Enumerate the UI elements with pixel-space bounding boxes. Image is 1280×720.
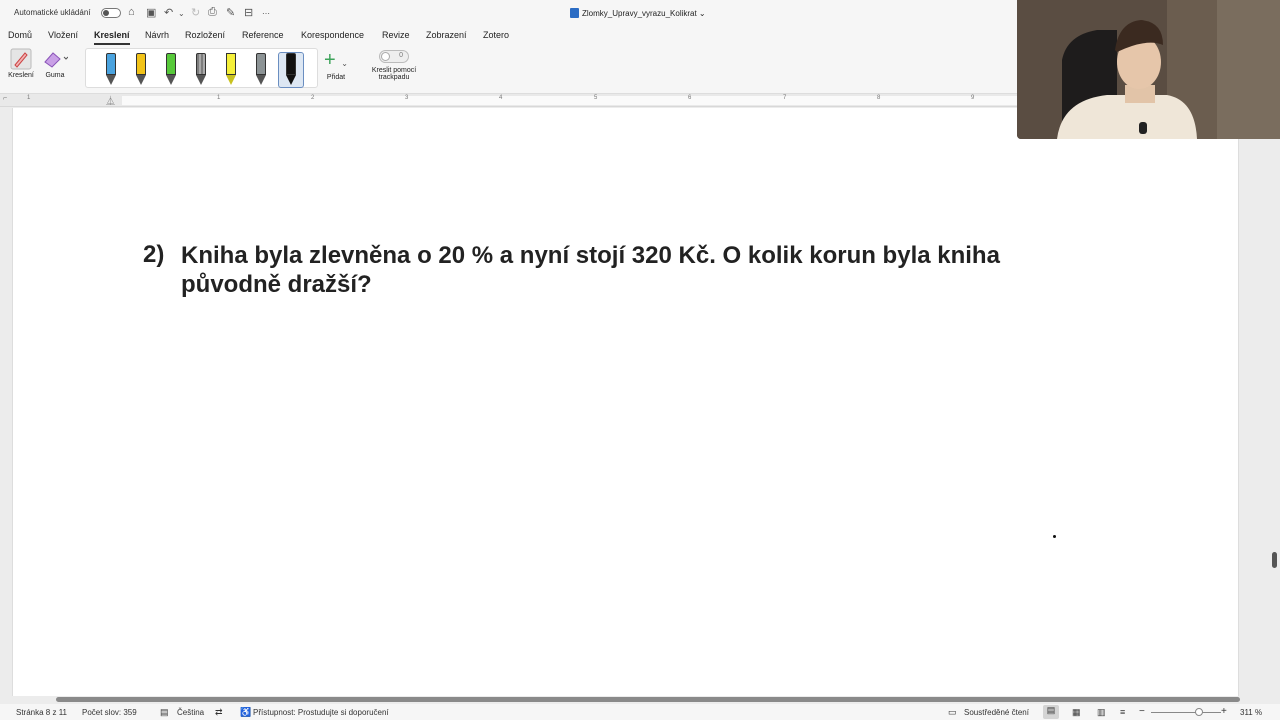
outline-view-icon[interactable]: ▥ xyxy=(1097,707,1106,718)
yellow-pen[interactable] xyxy=(133,53,149,87)
tab-mailings[interactable]: Korespondence xyxy=(301,30,364,40)
ruler-number: 5 xyxy=(594,95,598,101)
ruler-number: 1 xyxy=(27,95,31,101)
blue-pen[interactable] xyxy=(103,53,119,87)
question-line-2: původně dražší? xyxy=(181,271,372,298)
indent-marker-icon[interactable]: ⏅ xyxy=(106,94,115,107)
language-indicator[interactable]: Čeština xyxy=(177,708,204,717)
draw-pen-icon[interactable]: ✎ xyxy=(226,6,235,19)
switch-knob xyxy=(381,52,390,61)
ruler-number: 3 xyxy=(405,95,409,101)
ruler-number: 7 xyxy=(783,95,787,101)
ink-dot xyxy=(1053,535,1056,538)
ruler-number: 6 xyxy=(688,95,692,101)
customize-icon[interactable]: ⊟ xyxy=(244,6,253,19)
tab-design[interactable]: Návrh xyxy=(145,30,169,40)
ruler-number: 9 xyxy=(971,95,975,101)
zoom-level[interactable]: 311 % xyxy=(1240,708,1262,717)
tab-view[interactable]: Zobrazení xyxy=(426,30,467,40)
eraser-button[interactable]: Guma xyxy=(40,48,70,79)
ruler-number: 8 xyxy=(877,95,881,101)
plus-icon: + ⌄ xyxy=(324,49,348,71)
tab-insert[interactable]: Vložení xyxy=(48,30,78,40)
tab-review[interactable]: Revize xyxy=(382,30,410,40)
accessibility-icon[interactable]: ♿ xyxy=(240,707,251,718)
page-indicator[interactable]: Stránka 8 z 11 xyxy=(16,708,67,717)
tab-references[interactable]: Reference xyxy=(242,30,284,40)
tab-layout[interactable]: Rozložení xyxy=(185,30,225,40)
tab-draw[interactable]: Kreslení xyxy=(94,30,130,45)
webcam-overlay xyxy=(1017,0,1280,139)
black-pen[interactable] xyxy=(278,52,304,88)
autosave-label: Automatické ukládání xyxy=(14,8,91,17)
zoom-in-button[interactable]: + xyxy=(1221,706,1227,717)
tab-stop-icon[interactable]: ⌐ xyxy=(3,95,7,102)
pen-gallery xyxy=(85,48,318,88)
redo-icon[interactable]: ↻ xyxy=(191,6,200,19)
document-icon xyxy=(570,8,579,18)
focus-mode-button[interactable]: Soustředěné čtení xyxy=(964,708,1029,717)
status-bar: Stránka 8 z 11 Počet slov: 359 ▤ Čeština… xyxy=(0,704,1280,720)
undo-icon[interactable]: ↶ xyxy=(164,6,173,19)
print-layout-icon[interactable]: ▤ xyxy=(1043,705,1059,719)
eraser-icon xyxy=(44,52,69,68)
tab-home[interactable]: Domů xyxy=(8,30,32,40)
horizontal-scrollbar[interactable] xyxy=(56,697,1240,702)
document-page[interactable] xyxy=(12,108,1239,696)
ruler-number: 1 xyxy=(217,95,221,101)
print-icon[interactable]: ⎙ xyxy=(208,6,217,19)
draw-button[interactable]: Kreslení xyxy=(6,48,36,79)
draft-view-icon[interactable]: ≡ xyxy=(1120,707,1125,717)
gray-pencil[interactable] xyxy=(193,53,209,87)
word-count[interactable]: Počet slov: 359 xyxy=(82,708,137,717)
tab-zotero[interactable]: Zotero xyxy=(483,30,509,40)
add-pen-button[interactable]: + ⌄ Přidat xyxy=(320,50,352,81)
question-number: 2) xyxy=(143,241,165,268)
question-line-1: Kniha byla zlevněna o 20 % a nyní stojí … xyxy=(181,242,1000,269)
document-canvas xyxy=(0,108,1280,696)
home-icon[interactable]: ⌂ xyxy=(128,6,135,18)
chevron-down-icon: ⌄ xyxy=(341,59,348,68)
presenter-video xyxy=(1017,0,1280,139)
trackpad-label-1: Kreslit pomocí xyxy=(371,67,417,74)
draw-button-label: Kreslení xyxy=(8,72,34,79)
track-changes-icon[interactable]: ⇄ xyxy=(215,707,223,718)
ruler-number: 4 xyxy=(499,95,503,101)
document-title[interactable]: Zlomky_Upravy_vyrazu_Kolikrat ⌄ xyxy=(570,8,706,18)
yellow-highlighter[interactable] xyxy=(223,53,239,87)
more-icon[interactable]: ⋯ xyxy=(262,9,270,18)
zoom-slider-handle[interactable] xyxy=(1195,708,1203,716)
web-layout-icon[interactable]: ▦ xyxy=(1072,707,1081,718)
green-pen[interactable] xyxy=(163,53,179,87)
save-icon[interactable]: ▣ xyxy=(146,6,156,19)
zoom-out-button[interactable]: − xyxy=(1139,706,1145,717)
eraser-button-label: Guma xyxy=(45,72,65,79)
document-title-text: Zlomky_Upravy_vyrazu_Kolikrat xyxy=(582,9,697,18)
proofing-icon[interactable]: ▤ xyxy=(160,707,169,718)
ruler-number: 2 xyxy=(311,95,315,101)
focus-icon[interactable]: ▭ xyxy=(948,707,957,718)
trackpad-label-2: trackpadu xyxy=(378,74,410,81)
zoom-slider[interactable] xyxy=(1151,712,1221,713)
trackpad-switch[interactable]: 0 xyxy=(379,50,409,63)
question-text: Kniha byla zlevněna o 20 % a nyní stojí … xyxy=(181,241,1061,299)
vertical-scrollbar[interactable] xyxy=(1272,552,1277,568)
switch-state: 0 xyxy=(399,52,403,59)
add-pen-label: Přidat xyxy=(326,74,346,81)
undo-dropdown-icon[interactable]: ⌄ xyxy=(178,9,185,18)
draw-icon xyxy=(10,48,32,70)
accessibility-status[interactable]: Přístupnost: Prostudujte si doporučení xyxy=(253,708,389,717)
gray-pen[interactable] xyxy=(253,53,269,87)
autosave-toggle[interactable] xyxy=(101,8,121,18)
trackpad-draw-toggle[interactable]: 0 Kreslit pomocí trackpadu xyxy=(365,50,423,81)
